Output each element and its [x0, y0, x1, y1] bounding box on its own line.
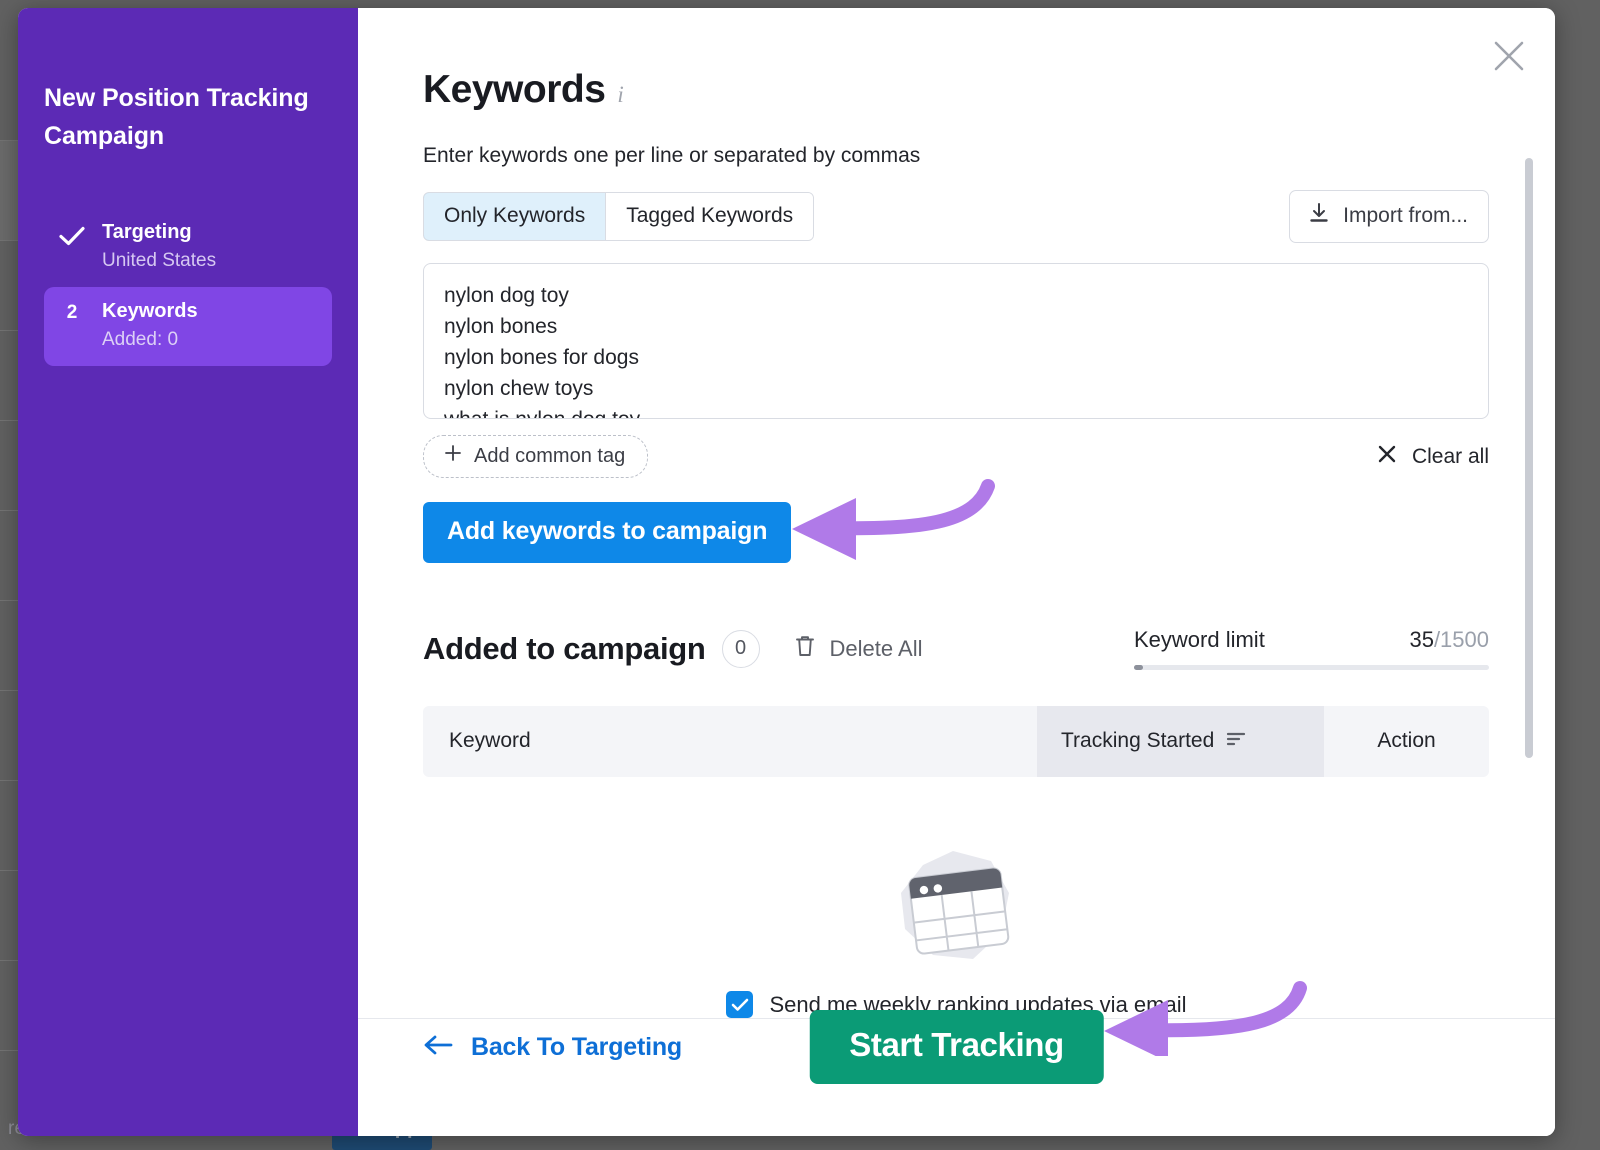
add-common-tag-label: Add common tag [474, 444, 626, 467]
keyword-line: nylon chew toys [444, 377, 594, 400]
column-header-keyword: Keyword [423, 706, 1037, 777]
trash-icon [794, 634, 816, 664]
keyword-limit-value: 35/1500 [1409, 627, 1489, 653]
sort-icon [1226, 729, 1246, 753]
keywords-hint: Enter keywords one per line or separated… [423, 144, 921, 167]
close-x-icon [1376, 443, 1398, 471]
delete-all-label: Delete All [829, 635, 923, 661]
add-common-tag-button[interactable]: Add common tag [423, 435, 649, 478]
column-header-action: Action [1324, 706, 1489, 777]
modal-content: Keywords i Enter keywords one per line o… [358, 8, 1555, 1136]
keyword-limit-label: Keyword limit [1134, 627, 1265, 652]
sidebar-item-keywords[interactable]: 2 Keywords Added: 0 [44, 287, 332, 366]
sidebar-item-targeting[interactable]: Targeting United States [44, 208, 332, 287]
keyword-line: nylon bones for dogs [444, 346, 639, 369]
content-scroll-area[interactable]: Keywords i Enter keywords one per line o… [358, 8, 1555, 1018]
calendar-table-illustration [423, 847, 1489, 972]
start-tracking-button[interactable]: Start Tracking [809, 1010, 1104, 1084]
back-to-targeting-label: Back To Targeting [471, 1032, 682, 1061]
download-icon [1308, 202, 1330, 230]
added-count-badge: 0 [721, 629, 760, 668]
keyword-line: nylon bones [444, 315, 558, 338]
keywords-step-number: 2 [66, 302, 78, 323]
clear-all-button[interactable]: Clear all [1376, 443, 1489, 471]
import-from-label: Import from... [1343, 204, 1468, 227]
keywords-textarea[interactable]: nylon dog toy nylon bones nylon bones fo… [423, 263, 1489, 419]
sidebar-steps: Targeting United States 2 Keywords Added… [44, 208, 332, 366]
modal-footer: Send me weekly ranking updates via email… [358, 991, 1555, 1136]
keyword-line: nylon dog toy [444, 284, 569, 307]
sidebar-item-targeting-sub: United States [102, 250, 217, 271]
campaign-sidebar: New Position Tracking Campaign Targeting… [18, 8, 358, 1136]
info-icon[interactable]: i [617, 82, 623, 108]
content-scrollbar[interactable] [1525, 158, 1533, 758]
add-keywords-to-campaign-button[interactable]: Add keywords to campaign [423, 502, 792, 563]
keyword-limit-used: 35 [1409, 627, 1434, 652]
keyword-limit: Keyword limit 35/1500 [1134, 627, 1489, 670]
clear-all-label: Clear all [1411, 444, 1489, 468]
column-header-tracking-started-label: Tracking Started [1061, 729, 1215, 752]
delete-all-button[interactable]: Delete All [794, 634, 923, 664]
back-to-targeting-button[interactable]: Back To Targeting [423, 1033, 682, 1062]
new-campaign-modal: New Position Tracking Campaign Targeting… [18, 8, 1555, 1136]
plus-icon [444, 444, 462, 468]
page-title: Keywords i [423, 68, 1489, 112]
background-panel [0, 140, 18, 240]
sidebar-item-targeting-label: Targeting [102, 221, 192, 243]
keyword-line: what is nylon dog toy [444, 404, 1468, 418]
page-title-text: Keywords [423, 68, 606, 111]
targeting-check-icon [58, 221, 86, 246]
keyword-limit-total: /1500 [1433, 627, 1489, 652]
sidebar-item-keywords-sub: Added: 0 [102, 329, 179, 350]
added-to-campaign-title: Added to campaign [423, 630, 706, 666]
sidebar-title: New Position Tracking Campaign [44, 84, 309, 150]
added-keywords-table: Keyword Tracking Started Action [423, 706, 1489, 777]
column-header-tracking-started[interactable]: Tracking Started [1037, 706, 1324, 777]
tab-tagged-keywords[interactable]: Tagged Keywords [605, 193, 814, 240]
sidebar-item-keywords-label: Keywords [102, 300, 198, 322]
tab-only-keywords[interactable]: Only Keywords [424, 193, 607, 240]
weekly-updates-checkbox[interactable] [726, 991, 754, 1018]
tag-row: Add common tag Clear all [423, 435, 1489, 478]
added-to-campaign-header: Added to campaign 0 Delete All Keyword l… [423, 627, 1489, 670]
arrow-left-icon [423, 1033, 453, 1062]
keyword-limit-progress [1134, 665, 1489, 670]
import-from-button[interactable]: Import from... [1289, 190, 1489, 243]
keyword-mode-tabs: Only Keywords Tagged Keywords [423, 192, 815, 241]
keywords-toolbar: Only Keywords Tagged Keywords Import fro… [423, 190, 1489, 243]
